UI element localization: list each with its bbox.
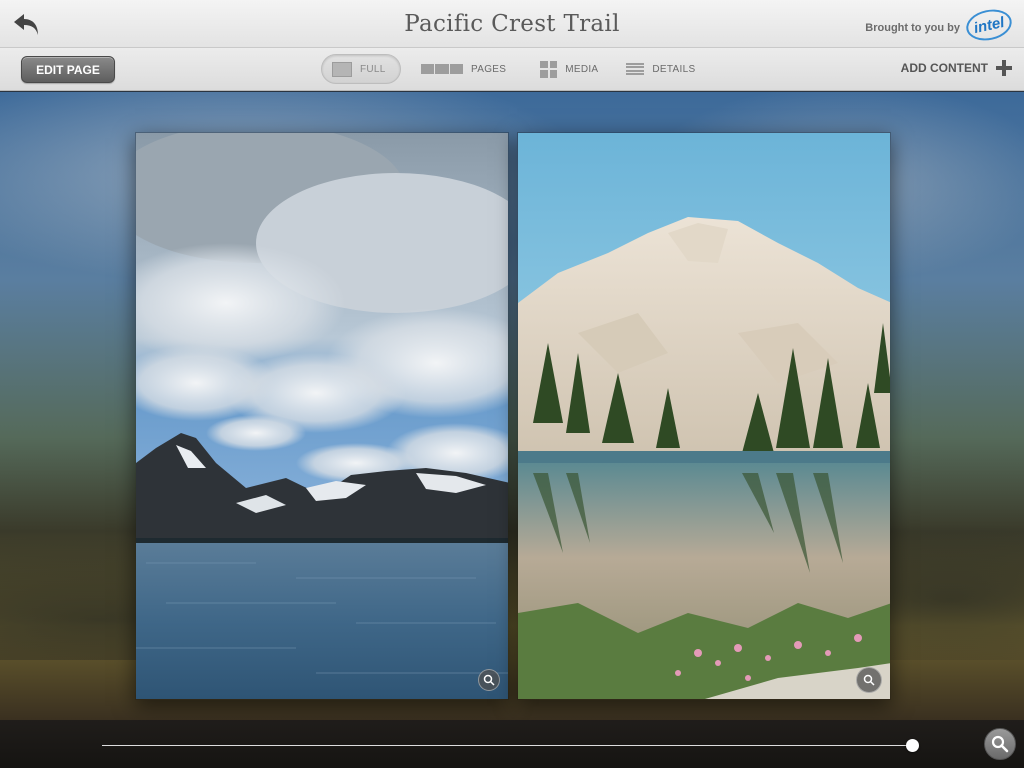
intel-logo: intel (963, 5, 1015, 45)
add-content-button[interactable]: ADD CONTENT (901, 60, 1012, 76)
sponsor-text: Brought to you by (865, 22, 960, 34)
plus-icon (996, 60, 1012, 76)
tab-media[interactable]: MEDIA (530, 54, 608, 84)
sponsor-area: Brought to you by intel (865, 5, 1015, 45)
media-grid-icon (540, 60, 558, 78)
tab-media-label: MEDIA (565, 63, 599, 75)
tab-details-label: DETAILS (652, 63, 696, 75)
details-list-icon (626, 62, 645, 76)
right-photo-page[interactable] (517, 132, 891, 700)
pages-view-icon (421, 64, 463, 74)
add-content-label: ADD CONTENT (900, 61, 988, 75)
toolbar: EDIT PAGE FULL PAGES MEDIA DETAILS ADD C… (0, 48, 1024, 91)
left-photo-page[interactable] (135, 132, 509, 700)
tab-details[interactable]: DETAILS (616, 54, 705, 84)
tab-pages[interactable]: PAGES (411, 54, 516, 84)
title-bar: Pacific Crest Trail Brought to you by in… (0, 0, 1024, 48)
zoom-in-icon[interactable] (856, 667, 882, 693)
tab-pages-label: PAGES (471, 63, 507, 75)
edit-page-button[interactable]: EDIT PAGE (21, 56, 115, 83)
scrubber-track[interactable] (102, 745, 912, 746)
scrubber-thumb[interactable] (905, 739, 919, 752)
view-switcher: FULL PAGES MEDIA DETAILS (321, 54, 705, 84)
page-scrubber-bar (0, 720, 1024, 768)
granite-peak-lake-photo (518, 133, 890, 699)
zoom-in-icon[interactable] (478, 669, 500, 691)
tab-full[interactable]: FULL (321, 54, 401, 84)
tab-full-label: FULL (360, 63, 386, 75)
mountain-lake-clouds-photo (136, 133, 508, 699)
full-view-icon (332, 61, 352, 77)
magnifier-icon[interactable] (984, 728, 1016, 760)
